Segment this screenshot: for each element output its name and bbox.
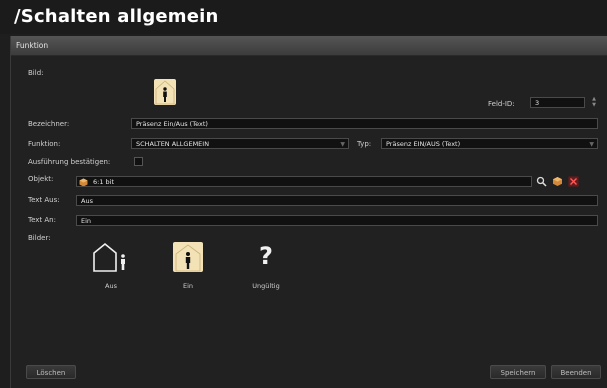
text-aus-input[interactable]: Aus bbox=[76, 195, 598, 206]
feld-id-label: Feld-ID: bbox=[488, 100, 515, 108]
bild-ungueltig-button[interactable]: ? bbox=[251, 240, 281, 272]
bezeichner-label: Bezeichner: bbox=[28, 120, 70, 128]
feld-id-spinner[interactable]: ▲ ▼ bbox=[590, 96, 598, 110]
delete-button[interactable]: Löschen bbox=[26, 365, 76, 379]
chevron-down-icon: ▼ bbox=[340, 141, 345, 148]
objekt-value: 6:1 bit bbox=[93, 178, 115, 186]
typ-value: Präsenz EIN/AUS (Text) bbox=[386, 140, 461, 148]
bezeichner-input[interactable]: Präsenz Ein/Aus (Text) bbox=[131, 118, 598, 129]
object-cube-icon bbox=[79, 178, 88, 186]
bilder-label: Bilder: bbox=[28, 234, 51, 242]
bild-aus-button[interactable] bbox=[92, 241, 130, 273]
objekt-label: Objekt: bbox=[28, 175, 54, 183]
presence-on-icon bbox=[175, 244, 201, 272]
feld-id-input[interactable]: 3 bbox=[530, 97, 585, 108]
ausfuehrung-checkbox[interactable] bbox=[134, 157, 143, 166]
bild-image-button[interactable] bbox=[154, 79, 176, 105]
page-title: /Schalten allgemein bbox=[0, 0, 607, 34]
typ-label: Typ: bbox=[357, 140, 372, 148]
bild-ein-caption: Ein bbox=[182, 282, 194, 290]
text-aus-label: Text Aus: bbox=[28, 196, 60, 204]
function-panel: Funktion Bild: Feld-ID: 3 ▲ ▼ Bezeichner… bbox=[10, 36, 607, 388]
save-button[interactable]: Speichern bbox=[490, 365, 546, 379]
objekt-field[interactable]: 6:1 bit bbox=[76, 176, 532, 187]
funktion-label: Funktion: bbox=[28, 140, 61, 148]
panel-header: Funktion bbox=[11, 36, 607, 56]
ausfuehrung-label: Ausführung bestätigen: bbox=[28, 158, 111, 166]
question-mark-icon: ? bbox=[259, 242, 273, 270]
delete-icon[interactable] bbox=[568, 176, 579, 187]
bild-aus-caption: Aus bbox=[105, 282, 117, 290]
funktion-select[interactable]: SCHALTEN ALLGEMEIN ▼ bbox=[131, 138, 349, 149]
bild-ungueltig-caption: Ungültig bbox=[252, 282, 280, 290]
object-select-icon[interactable] bbox=[552, 176, 563, 187]
presence-house-icon bbox=[155, 80, 175, 105]
spinner-down-icon[interactable]: ▼ bbox=[590, 102, 598, 108]
presence-off-icon bbox=[93, 242, 125, 272]
chevron-down-icon: ▼ bbox=[589, 141, 594, 148]
close-button[interactable]: Beenden bbox=[551, 365, 601, 379]
typ-select[interactable]: Präsenz EIN/AUS (Text) ▼ bbox=[381, 138, 598, 149]
bild-ein-button[interactable] bbox=[173, 242, 203, 272]
search-icon[interactable] bbox=[536, 176, 547, 187]
text-an-input[interactable]: Ein bbox=[76, 215, 598, 226]
bild-label: Bild: bbox=[28, 69, 44, 77]
funktion-value: SCHALTEN ALLGEMEIN bbox=[136, 140, 210, 148]
text-an-label: Text An: bbox=[28, 216, 56, 224]
